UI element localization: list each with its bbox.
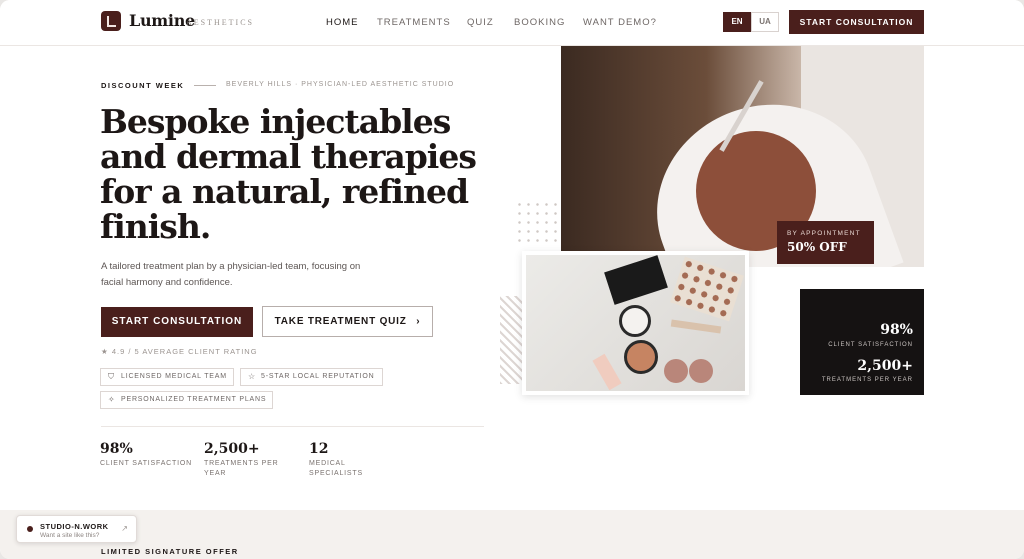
lang-en-button[interactable]: EN: [723, 12, 751, 32]
logo-icon[interactable]: [101, 11, 121, 31]
stat-value: 2,500+: [204, 441, 260, 457]
chip-label: PERSONALIZED TREATMENT PLANS: [121, 396, 267, 403]
nav-want-demo[interactable]: WANT DEMO?: [583, 17, 657, 28]
card-stat-value: 2,500+: [857, 358, 913, 374]
promo-value: 50% OFF: [787, 240, 847, 254]
promo-badge: BY APPOINTMENT 50% OFF: [777, 221, 874, 264]
photo-concealer: [670, 319, 722, 334]
chip-licensed-team: ⛉ LICENSED MEDICAL TEAM: [100, 368, 234, 386]
stat-label: CLIENT SATISFACTION: [100, 460, 192, 467]
nav-booking[interactable]: BOOKING: [514, 17, 565, 28]
page-title: Bespoke injectables and dermal therapies…: [100, 102, 477, 246]
eyebrow-label: DISCOUNT WEEK: [101, 81, 185, 90]
treatment-quiz-button[interactable]: TAKE TREATMENT QUIZ ›: [262, 306, 433, 337]
sparkle-icon: ✧: [108, 395, 116, 404]
photo-bronzer: [624, 340, 658, 374]
photo-compact: [604, 255, 668, 305]
card-stat-label: CLIENT SATISFACTION: [828, 342, 913, 348]
page: Lumine AESTHETICS HOME TREATMENTS QUIZ B…: [0, 0, 1024, 559]
photo-tube: [592, 353, 622, 391]
nav-home[interactable]: HOME: [326, 17, 359, 28]
treatment-quiz-label: TAKE TREATMENT QUIZ: [274, 316, 407, 327]
stats-divider: [101, 426, 484, 427]
decor-dots: [515, 200, 559, 244]
brand-tagline: AESTHETICS: [186, 18, 254, 27]
chevron-right-icon: ›: [416, 316, 421, 327]
photo-blush: [664, 359, 688, 383]
header-consultation-button[interactable]: START CONSULTATION: [789, 10, 924, 34]
makeup-photo: [522, 251, 749, 395]
header: Lumine AESTHETICS HOME TREATMENTS QUIZ B…: [0, 0, 1024, 46]
rating: ★ 4.9 / 5 AVERAGE CLIENT RATING: [101, 347, 258, 356]
rating-text: 4.9 / 5 AVERAGE CLIENT RATING: [111, 347, 258, 356]
star-icon: ☆: [248, 372, 256, 381]
external-link-icon[interactable]: ↗: [121, 524, 128, 533]
eyebrow-divider: [194, 85, 216, 86]
studio-toast[interactable]: STUDIO-N.WORK Want a site like this? ↗: [16, 515, 137, 543]
toast-subtitle: Want a site like this?: [40, 532, 100, 539]
hero-description: A tailored treatment plan by a physician…: [101, 261, 361, 288]
offer-title: LIMITED SIGNATURE OFFER: [101, 547, 239, 556]
start-consultation-button[interactable]: START CONSULTATION: [101, 307, 253, 337]
nav-treatments[interactable]: TREATMENTS: [377, 17, 451, 28]
photo-palette: [670, 256, 744, 322]
card-stat-label: TREATMENTS PER YEAR: [821, 377, 913, 383]
star-icon: ★: [101, 347, 109, 356]
card-stat-value: 98%: [880, 322, 913, 338]
chip-local-reputation: ☆ 5-STAR LOCAL REPUTATION: [240, 368, 383, 386]
toast-dot: [27, 526, 33, 532]
shield-icon: ⛉: [108, 372, 115, 381]
stat-value: 98%: [100, 441, 133, 457]
stat-label: MEDICAL SPECIALISTS: [309, 460, 363, 477]
stats-card: 98% CLIENT SATISFACTION 2,500+ TREATMENT…: [800, 289, 924, 395]
photo-blush: [689, 359, 713, 383]
lang-ua-button[interactable]: UA: [751, 12, 779, 32]
promo-label: BY APPOINTMENT: [787, 230, 861, 237]
chip-personalized-plans: ✧ PERSONALIZED TREATMENT PLANS: [100, 391, 273, 409]
nav-quiz[interactable]: QUIZ: [467, 17, 494, 28]
chip-label: LICENSED MEDICAL TEAM: [121, 373, 227, 380]
photo-powder: [619, 305, 651, 337]
toast-title: STUDIO-N.WORK: [40, 522, 109, 531]
chip-label: 5-STAR LOCAL REPUTATION: [261, 373, 375, 380]
eyebrow-location: BEVERLY HILLS · PHYSICIAN-LED AESTHETIC …: [226, 81, 455, 88]
stat-label: TREATMENTS PER YEAR: [204, 460, 279, 477]
stat-value: 12: [309, 441, 329, 457]
